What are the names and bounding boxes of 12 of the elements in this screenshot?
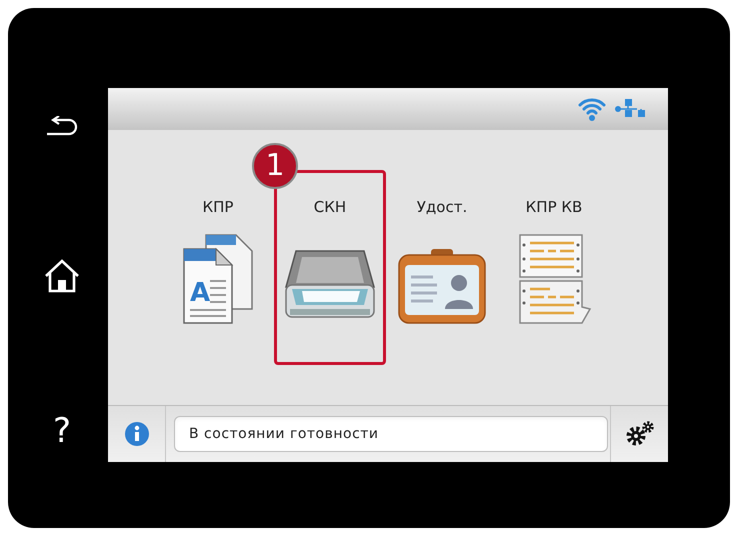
network-icon[interactable]	[614, 98, 648, 120]
id-card-icon	[397, 247, 487, 325]
callout-number-badge: 1	[252, 143, 298, 189]
info-icon	[124, 421, 150, 447]
wifi-icon[interactable]	[578, 96, 606, 122]
app-tile[interactable]: КПР КВ	[498, 170, 610, 365]
help-key[interactable]: ?	[52, 414, 72, 448]
back-arrow-icon[interactable]	[45, 116, 79, 138]
home-icon[interactable]	[43, 258, 81, 294]
settings-icon	[624, 421, 654, 447]
status-message-field: В состоянии готовности	[174, 416, 608, 452]
app-tile[interactable]: Удост.	[386, 170, 498, 365]
